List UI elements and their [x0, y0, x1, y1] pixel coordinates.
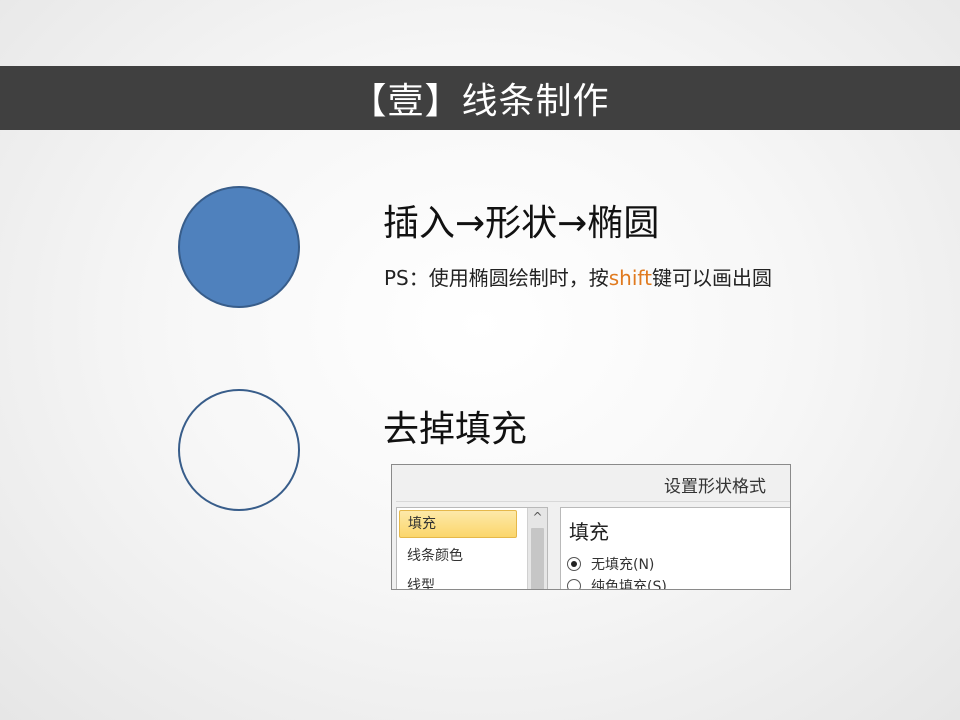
category-item-line-color[interactable]: 线条颜色	[399, 542, 517, 570]
solid-fill-radio[interactable]	[567, 579, 581, 589]
category-scrollbar[interactable]: ^	[527, 508, 547, 589]
fill-options-pane: 填充 无填充(N) 纯色填充(S)	[560, 507, 790, 590]
fill-panel-heading: 填充	[569, 520, 609, 544]
solid-fill-option[interactable]: 纯色填充(S)	[567, 576, 667, 590]
filled-ellipse-shape[interactable]	[176, 186, 302, 312]
scroll-thumb[interactable]	[531, 528, 544, 589]
category-list: 填充 线条颜色 线型 ^	[396, 507, 548, 589]
no-fill-option[interactable]: 无填充(N)	[567, 554, 654, 574]
outline-ellipse-shape[interactable]	[176, 389, 302, 515]
tip-suffix: 键可以画出圆	[651, 266, 772, 290]
shift-key-highlight: shift	[608, 266, 652, 290]
no-fill-radio[interactable]	[567, 557, 581, 571]
remove-fill-heading: 去掉填充	[383, 409, 528, 450]
tip-prefix: PS：使用椭圆绘制时，按	[384, 266, 609, 290]
dialog-divider	[396, 501, 790, 502]
category-item-fill[interactable]: 填充	[399, 510, 517, 538]
slide-title: 【壹】线条制作	[350, 81, 610, 122]
slide-title-bar: 【壹】线条制作	[0, 66, 960, 130]
insert-ellipse-heading: 插入→形状→椭圆	[383, 203, 660, 244]
no-fill-label: 无填充(N)	[591, 557, 655, 573]
category-item-line-style[interactable]: 线型	[399, 572, 517, 589]
shift-tip-note: PS：使用椭圆绘制时，按shift键可以画出圆	[384, 262, 772, 291]
dialog-title: 设置形状格式	[664, 477, 766, 497]
solid-fill-label: 纯色填充(S)	[591, 579, 667, 590]
scroll-up-icon[interactable]: ^	[528, 508, 547, 526]
format-shape-dialog: 设置形状格式 填充 线条颜色 线型 ^ 填充 无填充(N) 纯色填充(S)	[391, 464, 791, 590]
